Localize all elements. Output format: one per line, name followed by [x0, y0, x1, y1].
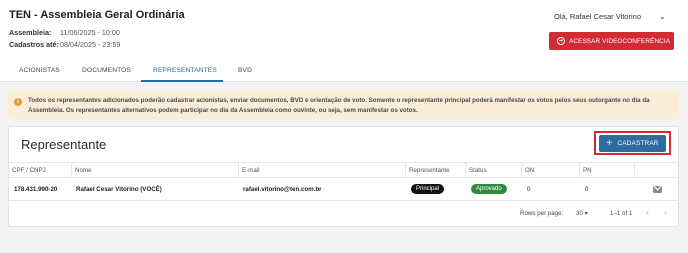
mail-icon[interactable] — [653, 186, 662, 193]
notice-text: Todos os representantes adicionados pode… — [28, 97, 650, 114]
active-tab-indicator — [141, 80, 223, 82]
cadastros-label: Cadastros até: — [9, 40, 59, 49]
cell-status: Aprovado — [468, 179, 507, 200]
video-button-label: ACESSAR VIDEOCONFERÊNCIA — [569, 37, 671, 45]
column-header-actions — [634, 163, 678, 178]
pagination-range: 1–1 of 1 — [610, 210, 633, 217]
column-header-nome[interactable]: Nome — [71, 163, 238, 178]
status-badge: Aprovado — [471, 184, 507, 195]
assembleia-value: 11/06/2025 - 10:00 — [60, 28, 120, 37]
column-header-on[interactable]: ON — [521, 163, 579, 178]
tab-representantes[interactable]: REPRESENTANTES — [153, 67, 217, 74]
cadastros-deadline: Cadastros até:08/04/2025 - 23:59 — [9, 40, 120, 49]
cell-representante: Principal — [408, 179, 445, 200]
tab-bvd[interactable]: BVD — [238, 67, 252, 74]
arrow-circle-icon: ➜ — [557, 37, 565, 45]
page-title: TEN - Assembleia Geral Ordinária — [9, 9, 185, 21]
previous-page-icon[interactable]: ‹ — [646, 207, 649, 217]
cadastros-value: 08/04/2025 - 23:59 — [60, 40, 121, 49]
cell-nome: Rafael Cesar Vitorino (VOCÊ) — [76, 186, 162, 193]
tab-acionistas[interactable]: ACIONISTAS — [19, 67, 60, 74]
chevron-down-icon[interactable]: ⌄ — [659, 12, 666, 21]
assembleia-date: Assembleia: 11/06/2025 - 10:00 — [9, 28, 120, 37]
rows-per-page-value: 30 — [576, 210, 583, 217]
representatives-card: Representante + CADASTRAR CPF / CNPJ Nom… — [8, 126, 679, 227]
access-videoconference-button[interactable]: ➜ ACESSAR VIDEOCONFERÊNCIA — [549, 32, 674, 50]
info-notice: i Todos os representantes adicionados po… — [8, 91, 679, 119]
cell-on: 0 — [527, 186, 531, 193]
column-header-status[interactable]: Status — [465, 163, 521, 178]
column-header-pn[interactable]: PN — [579, 163, 634, 178]
rows-per-page-label: Rows per page: — [520, 210, 564, 217]
column-header-representante[interactable]: Representante — [405, 163, 465, 178]
next-page-icon[interactable]: › — [664, 207, 667, 217]
rows-per-page-select[interactable]: 30 ▾ — [576, 210, 588, 217]
pagination: Rows per page: 30 ▾ 1–1 of 1 ‹ › — [9, 206, 678, 224]
column-header-cpf[interactable]: CPF / CNPJ — [9, 163, 71, 178]
representante-badge: Principal — [411, 184, 445, 195]
tab-bar: ACIONISTAS DOCUMENTOS REPRESENTANTES BVD — [0, 62, 688, 82]
cadastrar-label: CADASTRAR — [617, 140, 659, 147]
cell-email: rafael.vitorino@ten.com.br — [243, 186, 322, 193]
cell-pn: 0 — [585, 186, 589, 193]
info-icon: i — [14, 98, 22, 106]
page-header: TEN - Assembleia Geral Ordinária Assembl… — [0, 0, 688, 62]
table-header: CPF / CNPJ Nome E-mail Representante Sta… — [9, 162, 678, 178]
assembleia-label: Assembleia: — [9, 28, 52, 37]
plus-icon: + — [606, 137, 613, 149]
cell-cpf: 178.431.990-20 — [14, 186, 58, 193]
user-greeting[interactable]: Olá, Rafael Cesar Vitorino — [554, 12, 641, 21]
cadastrar-button[interactable]: + CADASTRAR — [599, 135, 666, 152]
table-row[interactable]: 178.431.990-20 Rafael Cesar Vitorino (VO… — [9, 179, 678, 201]
column-header-email[interactable]: E-mail — [238, 163, 405, 178]
tab-documentos[interactable]: DOCUMENTOS — [82, 67, 131, 74]
card-title: Representante — [21, 137, 107, 152]
